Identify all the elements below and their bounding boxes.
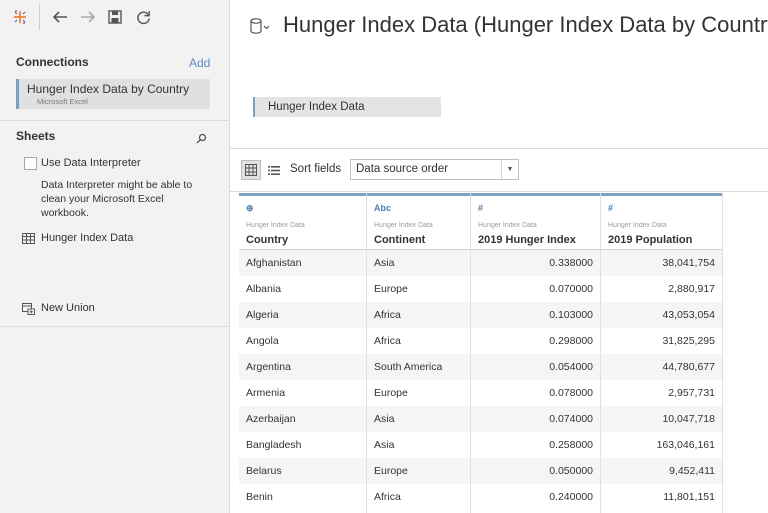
table-cell[interactable]: 0.338000 [471,250,600,276]
column-continent: Abc Hunger Index Data Continent Asia Europe A… [367,193,471,513]
interpreter-note: Data Interpreter might be able to clean … [41,179,193,219]
globe-icon[interactable]: ⊕ [246,203,254,214]
table-cell[interactable]: 163,046,161 [601,432,722,458]
table-icon [22,232,35,244]
number-type-icon[interactable]: # [478,203,483,213]
connection-type: Microsoft Excel [37,97,88,106]
column-header[interactable]: # Hunger Index Data 2019 Hunger Index [471,193,600,250]
column-source: Hunger Index Data [374,222,433,229]
sidebar: Connections Add Hunger Index Data by Cou… [0,0,230,513]
string-type-icon[interactable]: Abc [374,203,391,213]
connection-item[interactable]: Hunger Index Data by Country Microsoft E… [16,79,210,109]
table-cell[interactable]: South America [367,354,470,380]
table-cell[interactable]: 31,825,295 [601,328,722,354]
column-source: Hunger Index Data [608,222,667,229]
union-icon [22,302,35,315]
table-cell[interactable]: 44,780,677 [601,354,722,380]
table-cell[interactable]: Africa [367,302,470,328]
column-header[interactable]: # Hunger Index Data 2019 Population [601,193,722,250]
list-view-button[interactable] [264,160,284,180]
new-union-item[interactable]: New Union [22,302,95,315]
table-cell[interactable]: Africa [367,484,470,510]
sort-fields-label: Sort fields [290,163,342,175]
sidebar-divider [0,120,229,121]
table-cell[interactable]: Asia [367,432,470,458]
add-connection-link[interactable]: Add [189,56,210,70]
sort-fields-value: Data source order [356,163,449,175]
table-cell[interactable]: Europe [367,276,470,302]
column-name[interactable]: 2019 Hunger Index [478,234,576,246]
column-2019-hunger-index: # Hunger Index Data 2019 Hunger Index 0.338… [471,193,601,513]
chevron-down-icon[interactable]: ▼ [501,160,518,179]
table-cell[interactable]: Argentina [239,354,366,380]
table-cell[interactable]: Algeria [239,302,366,328]
search-icon[interactable] [196,131,207,149]
table-cell[interactable]: 0.258000 [471,432,600,458]
column-name[interactable]: 2019 Population [608,234,692,246]
table-cell[interactable]: 0.050000 [471,458,600,484]
page-title[interactable]: Hunger Index Data (Hunger Index Data by … [283,12,768,38]
table-cell[interactable]: 0.298000 [471,328,600,354]
forward-arrow-icon[interactable] [79,8,97,26]
canvas-divider [230,148,768,149]
table-cell[interactable]: Bangladesh [239,432,366,458]
table-cell[interactable]: 0.240000 [471,484,600,510]
sheets-title: Sheets [16,129,56,143]
table-cell[interactable]: 9,452,411 [601,458,722,484]
number-type-icon[interactable]: # [608,203,613,213]
table-cell[interactable]: Asia [367,406,470,432]
table-cell[interactable]: 0.078000 [471,380,600,406]
column-name[interactable]: Continent [374,234,425,246]
table-cell[interactable]: 2,957,731 [601,380,722,406]
table-cell[interactable]: Afghanistan [239,250,366,276]
canvas-table-hunger-index-data[interactable]: Hunger Index Data [253,97,441,117]
save-icon[interactable] [106,8,124,26]
table-cell[interactable]: 38,041,754 [601,250,722,276]
table-cell[interactable]: Albania [239,276,366,302]
table-cell[interactable]: 0.070000 [471,276,600,302]
column-header[interactable]: Abc Hunger Index Data Continent [367,193,470,250]
column-name[interactable]: Country [246,234,288,246]
connection-name: Hunger Index Data by Country [27,82,190,96]
sort-fields-select[interactable]: Data source order ▼ [350,159,519,180]
toolbar-separator [39,4,40,30]
table-cell[interactable]: 43,053,054 [601,302,722,328]
sidebar-divider-bottom [0,326,229,327]
sheet-item-label: Hunger Index Data [41,232,134,244]
table-cell[interactable]: 0.103000 [471,302,600,328]
new-union-label: New Union [41,302,95,314]
main-area: Hunger Index Data (Hunger Index Data by … [230,0,768,513]
table-cell[interactable]: Europe [367,458,470,484]
sheet-item-hunger-index-data[interactable]: Hunger Index Data [22,232,133,244]
refresh-icon[interactable] [134,8,152,26]
table-cell[interactable]: Asia [367,250,470,276]
table-cell[interactable]: 0.054000 [471,354,600,380]
grid-view-button[interactable] [241,160,261,180]
use-data-interpreter-checkbox[interactable] [24,157,37,170]
table-cell[interactable]: 11,801,151 [601,484,722,510]
column-country: ⊕ Hunger Index Data Country Afghanistan Alba… [239,193,367,513]
table-cell[interactable]: 2,880,917 [601,276,722,302]
grid-top-divider [230,191,768,192]
tableau-logo-icon[interactable] [11,8,29,26]
table-cell[interactable]: Armenia [239,380,366,406]
column-2019-population: # Hunger Index Data 2019 Population 38,041,… [601,193,723,513]
table-cell[interactable]: Belarus [239,458,366,484]
column-source: Hunger Index Data [246,222,305,229]
data-grid: ⊕ Hunger Index Data Country Afghanistan Alba… [239,193,723,513]
table-cell[interactable]: Benin [239,484,366,510]
back-arrow-icon[interactable] [51,8,69,26]
table-cell[interactable]: Azerbaijan [239,406,366,432]
use-data-interpreter-label[interactable]: Use Data Interpreter [41,157,141,169]
column-source: Hunger Index Data [478,222,537,229]
table-cell[interactable]: 10,047,718 [601,406,722,432]
table-cell[interactable]: Europe [367,380,470,406]
toolbar [0,0,229,36]
connections-title: Connections [16,55,89,69]
table-cell[interactable]: Angola [239,328,366,354]
column-header[interactable]: ⊕ Hunger Index Data Country [239,193,366,250]
datasource-cylinder-icon[interactable] [249,17,271,40]
table-cell[interactable]: 0.074000 [471,406,600,432]
table-cell[interactable]: Africa [367,328,470,354]
